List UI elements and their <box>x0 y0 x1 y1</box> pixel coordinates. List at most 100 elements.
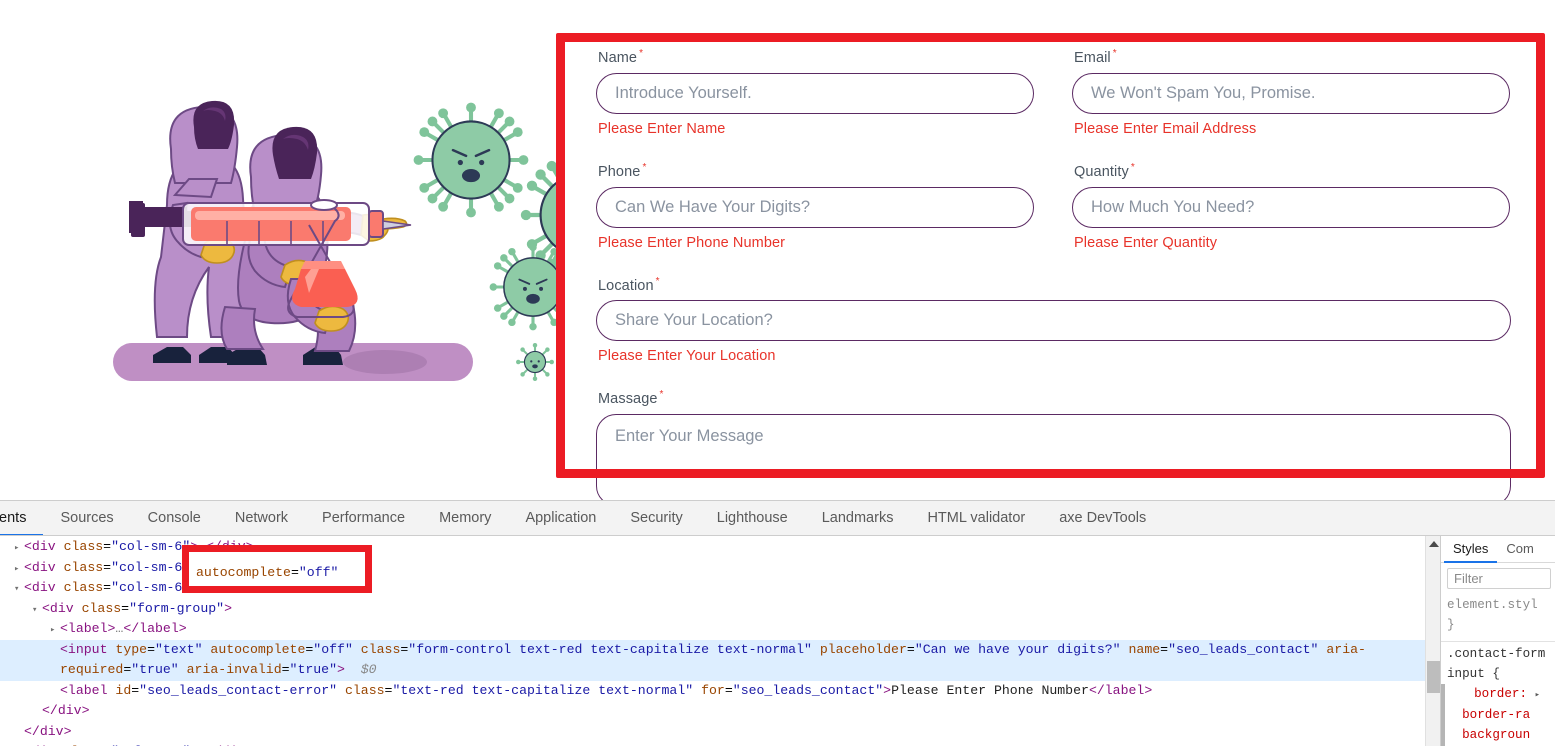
tab-security[interactable]: Security <box>613 501 699 535</box>
hazmat-workers-syringe-virus-illustration <box>95 55 565 395</box>
required-asterisk: * <box>642 161 647 173</box>
style-prop-border[interactable]: border: <box>1474 687 1527 701</box>
tab-computed[interactable]: Com <box>1497 536 1542 563</box>
required-asterisk: * <box>639 48 644 59</box>
form-group-massage: Massage * <box>596 389 1511 500</box>
email-input[interactable] <box>1072 72 1510 114</box>
web-page-viewport: Name* Please Enter Name Email* Please En… <box>0 0 1555 500</box>
expand-triangle-icon[interactable]: ▸ <box>14 559 24 580</box>
label-name: Name * <box>598 48 1034 66</box>
massage-textarea[interactable] <box>596 414 1511 500</box>
scrollbar-thumb[interactable] <box>1427 661 1440 693</box>
error-location: Please Enter Your Location <box>598 348 776 365</box>
styles-pane: Styles Com Filter element.styl} .contact… <box>1440 536 1555 746</box>
tab-elements[interactable]: Elements <box>0 501 43 535</box>
form-group-email: Email* Please Enter Email Address <box>1072 48 1510 137</box>
devtools-panel: Elements Sources Console Network Perform… <box>0 500 1555 746</box>
label-location-text: Location <box>598 277 654 294</box>
form-row-4: Massage * <box>596 389 1511 500</box>
label-phone-text: Phone <box>598 163 641 180</box>
row-spacer <box>596 378 1511 389</box>
dom-tree-pane[interactable]: ▸ <div class="col-sm-6">…</div> ▸ <div cla… <box>0 536 1425 746</box>
row-spacer <box>596 265 1511 276</box>
style-rule-contact-form-input[interactable]: .contact-form input { border: ▸ border-r… <box>1441 642 1555 746</box>
red-highlight-rectangle-autocomplete: autocomplete="off" <box>182 545 372 593</box>
highlighted-attribute-text: autocomplete="off" <box>196 565 339 580</box>
style-prop-border-radius[interactable]: border-ra <box>1462 708 1530 722</box>
name-input[interactable] <box>596 72 1034 114</box>
label-email-text: Email <box>1074 49 1111 66</box>
quantity-input[interactable] <box>1072 186 1510 228</box>
dom-node-row-selected-input[interactable]: <input type="text" autocomplete="off" cl… <box>0 639 1425 660</box>
dom-tree-scrollbar[interactable] <box>1425 536 1440 746</box>
label-quantity-text: Quantity <box>1074 163 1129 180</box>
style-close-brace: } <box>1447 618 1455 632</box>
label-email: Email * <box>1074 48 1510 66</box>
label-name-text: Name <box>598 49 638 66</box>
style-selector: .contact-form input { <box>1447 647 1553 681</box>
form-col-location: Location* Please Enter Your Location <box>596 276 1511 379</box>
form-group-name: Name* Please Enter Name <box>596 48 1034 137</box>
label-massage: Massage * <box>598 389 1511 407</box>
style-rule-element-style[interactable]: element.styl} <box>1441 593 1555 639</box>
tab-html-validator[interactable]: HTML validator <box>910 501 1042 535</box>
collapse-triangle-icon[interactable]: ▾ <box>14 579 24 600</box>
expand-triangle-icon[interactable]: ▸ <box>50 620 60 641</box>
form-group-phone: Phone* Please Enter Phone Number <box>596 162 1034 251</box>
dom-node-row-selected-input-cont[interactable]: required="true" aria-invalid="true"> $0 <box>0 660 1425 681</box>
form-group-quantity: Quantity* Please Enter Quantity <box>1072 162 1510 251</box>
error-email: Please Enter Email Address <box>1074 120 1257 137</box>
tab-memory[interactable]: Memory <box>422 501 508 535</box>
phone-input[interactable] <box>596 186 1034 228</box>
form-row-1: Name* Please Enter Name Email* Please En… <box>596 48 1511 151</box>
screenshot-root: Name* Please Enter Name Email* Please En… <box>0 0 1555 746</box>
contact-form: Name* Please Enter Name Email* Please En… <box>596 48 1511 500</box>
label-location: Location * <box>598 276 1511 294</box>
tab-application[interactable]: Application <box>508 501 613 535</box>
style-prop-background[interactable]: backgroun <box>1462 728 1530 742</box>
tab-network[interactable]: Network <box>218 501 305 535</box>
error-phone: Please Enter Phone Number <box>598 234 786 251</box>
form-group-location: Location* Please Enter Your Location <box>596 276 1511 365</box>
form-row-2: Phone* Please Enter Phone Number Quantit… <box>596 162 1511 265</box>
styles-gutter <box>1441 684 1445 746</box>
required-asterisk: * <box>1112 48 1117 59</box>
form-col-massage: Massage * <box>596 389 1511 500</box>
styles-tab-bar: Styles Com <box>1441 536 1555 563</box>
tab-sources[interactable]: Sources <box>43 501 130 535</box>
required-asterisk: * <box>655 275 660 287</box>
dom-node-row[interactable]: ▸ <label>…</label> <box>0 619 1425 640</box>
tab-console[interactable]: Console <box>131 501 218 535</box>
dom-node-row[interactable]: </div> <box>0 722 1425 743</box>
form-col-email: Email* Please Enter Email Address <box>1072 48 1510 151</box>
dom-node-row[interactable]: ▸<div class="col-sm-6">…</div> <box>0 742 1425 746</box>
label-massage-text: Massage <box>598 391 658 408</box>
scroll-up-arrow-icon[interactable] <box>1429 541 1439 547</box>
tab-landmarks[interactable]: Landmarks <box>805 501 911 535</box>
form-col-name: Name* Please Enter Name <box>596 48 1034 151</box>
error-quantity: Please Enter Quantity <box>1074 234 1218 251</box>
tab-lighthouse[interactable]: Lighthouse <box>700 501 805 535</box>
dom-node-row[interactable]: <label id="seo_leads_contact-error" clas… <box>0 681 1425 702</box>
tab-performance[interactable]: Performance <box>305 501 422 535</box>
form-col-phone: Phone* Please Enter Phone Number <box>596 162 1034 265</box>
dom-node-row[interactable]: </div> <box>0 701 1425 722</box>
location-input[interactable] <box>596 300 1511 342</box>
collapse-triangle-icon[interactable]: ▾ <box>32 600 42 621</box>
styles-filter-input[interactable]: Filter <box>1447 568 1551 589</box>
expand-triangle-icon[interactable]: ▸ <box>14 538 24 559</box>
style-selector: element.styl <box>1447 598 1538 612</box>
expand-triangle-icon[interactable]: ▸ <box>1535 690 1540 700</box>
row-spacer <box>596 151 1511 162</box>
tab-styles[interactable]: Styles <box>1444 536 1497 563</box>
devtools-tab-bar: Elements Sources Console Network Perform… <box>0 501 1555 536</box>
label-phone: Phone * <box>598 162 1034 180</box>
form-row-3: Location* Please Enter Your Location <box>596 276 1511 379</box>
tab-axe-devtools[interactable]: axe DevTools <box>1042 501 1163 535</box>
error-name: Please Enter Name <box>598 120 726 137</box>
required-asterisk: * <box>659 389 664 401</box>
dom-node-row[interactable]: ▾ <div class="form-group"> <box>0 599 1425 620</box>
label-quantity: Quantity * <box>1074 162 1510 180</box>
devtools-body: ▸ <div class="col-sm-6">…</div> ▸ <div cla… <box>0 536 1555 746</box>
selected-node-marker: $0 <box>360 662 377 677</box>
